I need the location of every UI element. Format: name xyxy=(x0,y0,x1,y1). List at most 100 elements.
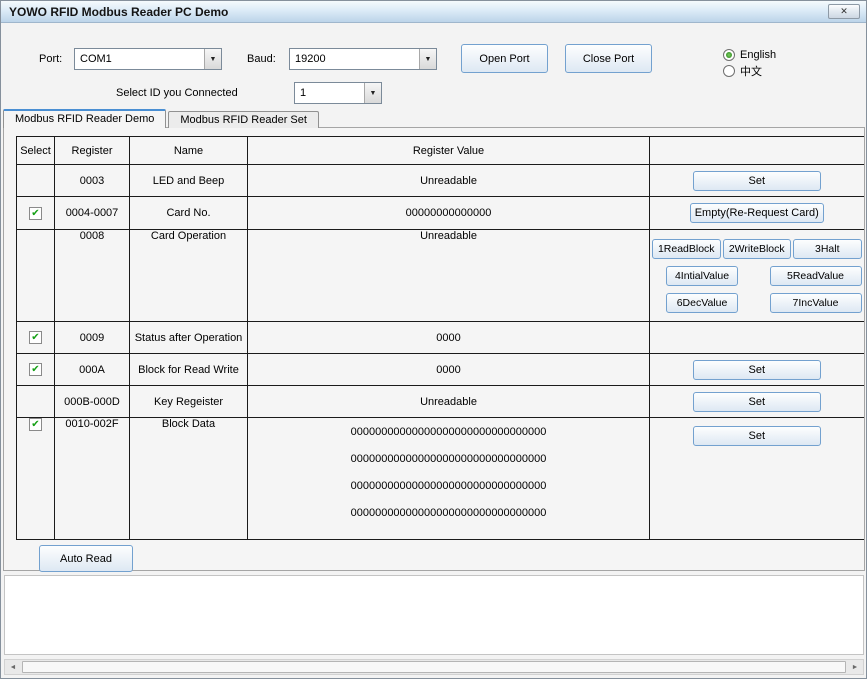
set-button-block-data[interactable]: Set xyxy=(693,426,821,446)
baud-select[interactable]: 19200 ▼ xyxy=(289,48,437,70)
actions-cell: Set xyxy=(650,165,864,197)
register-table: Select Register Name Register Value 0003… xyxy=(16,136,864,540)
table-row: ✔ 0009 Status after Operation 0000 xyxy=(17,322,864,354)
table-row: ✔ 000A Block for Read Write 0000 Set xyxy=(17,354,864,386)
name-cell: Block for Read Write xyxy=(130,354,248,386)
value-cell: Unreadable xyxy=(248,165,650,197)
radio-unselected-icon xyxy=(723,65,735,77)
select-cell: ✔ xyxy=(17,418,55,540)
scroll-right-icon[interactable]: ► xyxy=(847,660,863,674)
header-select: Select xyxy=(17,137,55,165)
chevron-down-icon: ▼ xyxy=(419,49,436,69)
baud-label: Baud: xyxy=(247,53,276,65)
set-button-led-beep[interactable]: Set xyxy=(693,171,821,191)
header-register-value: Register Value xyxy=(248,137,650,165)
register-cell: 000B-000D xyxy=(55,386,130,418)
name-cell: Key Regeister xyxy=(130,386,248,418)
value-cell: 00000000000000000000000000000000 0000000… xyxy=(248,418,650,540)
actions-cell xyxy=(650,322,864,354)
select-id-label: Select ID you Connected xyxy=(116,87,238,99)
language-radio-group: English 中文 xyxy=(723,47,813,79)
device-id-select[interactable]: 1 ▼ xyxy=(294,82,382,104)
close-button[interactable]: ✕ xyxy=(828,4,860,19)
tab-bar: Modbus RFID Reader Demo Modbus RFID Read… xyxy=(3,109,321,128)
header-register: Register xyxy=(55,137,130,165)
table-row: ✔ 0004-0007 Card No. 00000000000000 Empt… xyxy=(17,197,864,230)
app-window: YOWO RFID Modbus Reader PC Demo ✕ Port: … xyxy=(0,0,867,679)
value-cell: 00000000000000 xyxy=(248,197,650,230)
port-label: Port: xyxy=(39,53,62,65)
radio-chinese-label: 中文 xyxy=(740,63,762,79)
radio-english[interactable]: English xyxy=(723,47,813,63)
chevron-down-icon: ▼ xyxy=(364,83,381,103)
header-actions xyxy=(650,137,864,165)
close-port-button[interactable]: Close Port xyxy=(565,44,652,73)
select-cell: ✔ xyxy=(17,322,55,354)
check-icon: ✔ xyxy=(31,208,39,219)
select-cell xyxy=(17,386,55,418)
read-block-button[interactable]: 1ReadBlock xyxy=(652,239,721,259)
block-data-lines: 00000000000000000000000000000000 0000000… xyxy=(248,418,649,520)
actions-cell: 1ReadBlock 2WriteBlock 3Halt 4IntialValu… xyxy=(650,230,864,322)
auto-read-button[interactable]: Auto Read xyxy=(39,545,133,572)
initial-value-button[interactable]: 4IntialValue xyxy=(666,266,738,286)
register-cell: 0008 xyxy=(55,230,130,322)
tab-reader-demo[interactable]: Modbus RFID Reader Demo xyxy=(3,109,166,128)
read-value-button[interactable]: 5ReadValue xyxy=(770,266,862,286)
register-cell: 0009 xyxy=(55,322,130,354)
close-icon: ✕ xyxy=(840,6,848,16)
table-row: 000B-000D Key Regeister Unreadable Set xyxy=(17,386,864,418)
actions-cell: Set xyxy=(650,418,864,540)
chevron-down-icon: ▼ xyxy=(204,49,221,69)
table-row: 0003 LED and Beep Unreadable Set xyxy=(17,165,864,197)
port-value: COM1 xyxy=(75,49,204,69)
register-cell: 0003 xyxy=(55,165,130,197)
check-icon: ✔ xyxy=(31,364,39,375)
radio-english-label: English xyxy=(740,49,776,61)
scroll-left-icon[interactable]: ◄ xyxy=(5,660,21,674)
value-cell: Unreadable xyxy=(248,386,650,418)
check-icon: ✔ xyxy=(31,419,39,430)
table-header-row: Select Register Name Register Value xyxy=(17,137,864,165)
select-cell xyxy=(17,165,55,197)
row-checkbox[interactable]: ✔ xyxy=(29,418,42,431)
halt-button[interactable]: 3Halt xyxy=(793,239,862,259)
header-name: Name xyxy=(130,137,248,165)
radio-selected-icon xyxy=(723,49,735,61)
inc-value-button[interactable]: 7IncValue xyxy=(770,293,862,313)
name-cell: Status after Operation xyxy=(130,322,248,354)
check-icon: ✔ xyxy=(31,332,39,343)
row-checkbox[interactable]: ✔ xyxy=(29,363,42,376)
horizontal-scrollbar[interactable]: ◄ ► xyxy=(4,659,864,675)
radio-chinese[interactable]: 中文 xyxy=(723,63,813,79)
dec-value-button[interactable]: 6DecValue xyxy=(666,293,738,313)
scrollbar-thumb[interactable] xyxy=(22,661,846,673)
write-block-button[interactable]: 2WriteBlock xyxy=(723,239,792,259)
actions-cell: Set xyxy=(650,386,864,418)
empty-rerequest-card-button[interactable]: Empty(Re-Request Card) xyxy=(690,203,824,223)
value-cell: 0000 xyxy=(248,354,650,386)
register-cell: 000A xyxy=(55,354,130,386)
register-cell: 0010-002F xyxy=(55,418,130,540)
set-button-block-rw[interactable]: Set xyxy=(693,360,821,380)
open-port-button[interactable]: Open Port xyxy=(461,44,548,73)
baud-value: 19200 xyxy=(290,49,419,69)
row-checkbox[interactable]: ✔ xyxy=(29,207,42,220)
set-button-key-register[interactable]: Set xyxy=(693,392,821,412)
actions-cell: Set xyxy=(650,354,864,386)
reader-demo-panel: Select Register Name Register Value 0003… xyxy=(3,127,865,571)
titlebar: YOWO RFID Modbus Reader PC Demo xyxy=(1,1,866,23)
port-select[interactable]: COM1 ▼ xyxy=(74,48,222,70)
row-checkbox[interactable]: ✔ xyxy=(29,331,42,344)
name-cell: Block Data xyxy=(130,418,248,540)
device-id-value: 1 xyxy=(295,83,364,103)
select-cell: ✔ xyxy=(17,354,55,386)
value-cell: Unreadable xyxy=(248,230,650,322)
table-row: ✔ 0010-002F Block Data 00000000000000000… xyxy=(17,418,864,540)
log-output[interactable] xyxy=(4,575,864,655)
register-cell: 0004-0007 xyxy=(55,197,130,230)
select-cell xyxy=(17,230,55,322)
name-cell: Card No. xyxy=(130,197,248,230)
tab-reader-set[interactable]: Modbus RFID Reader Set xyxy=(168,111,319,128)
window-title: YOWO RFID Modbus Reader PC Demo xyxy=(9,5,228,19)
